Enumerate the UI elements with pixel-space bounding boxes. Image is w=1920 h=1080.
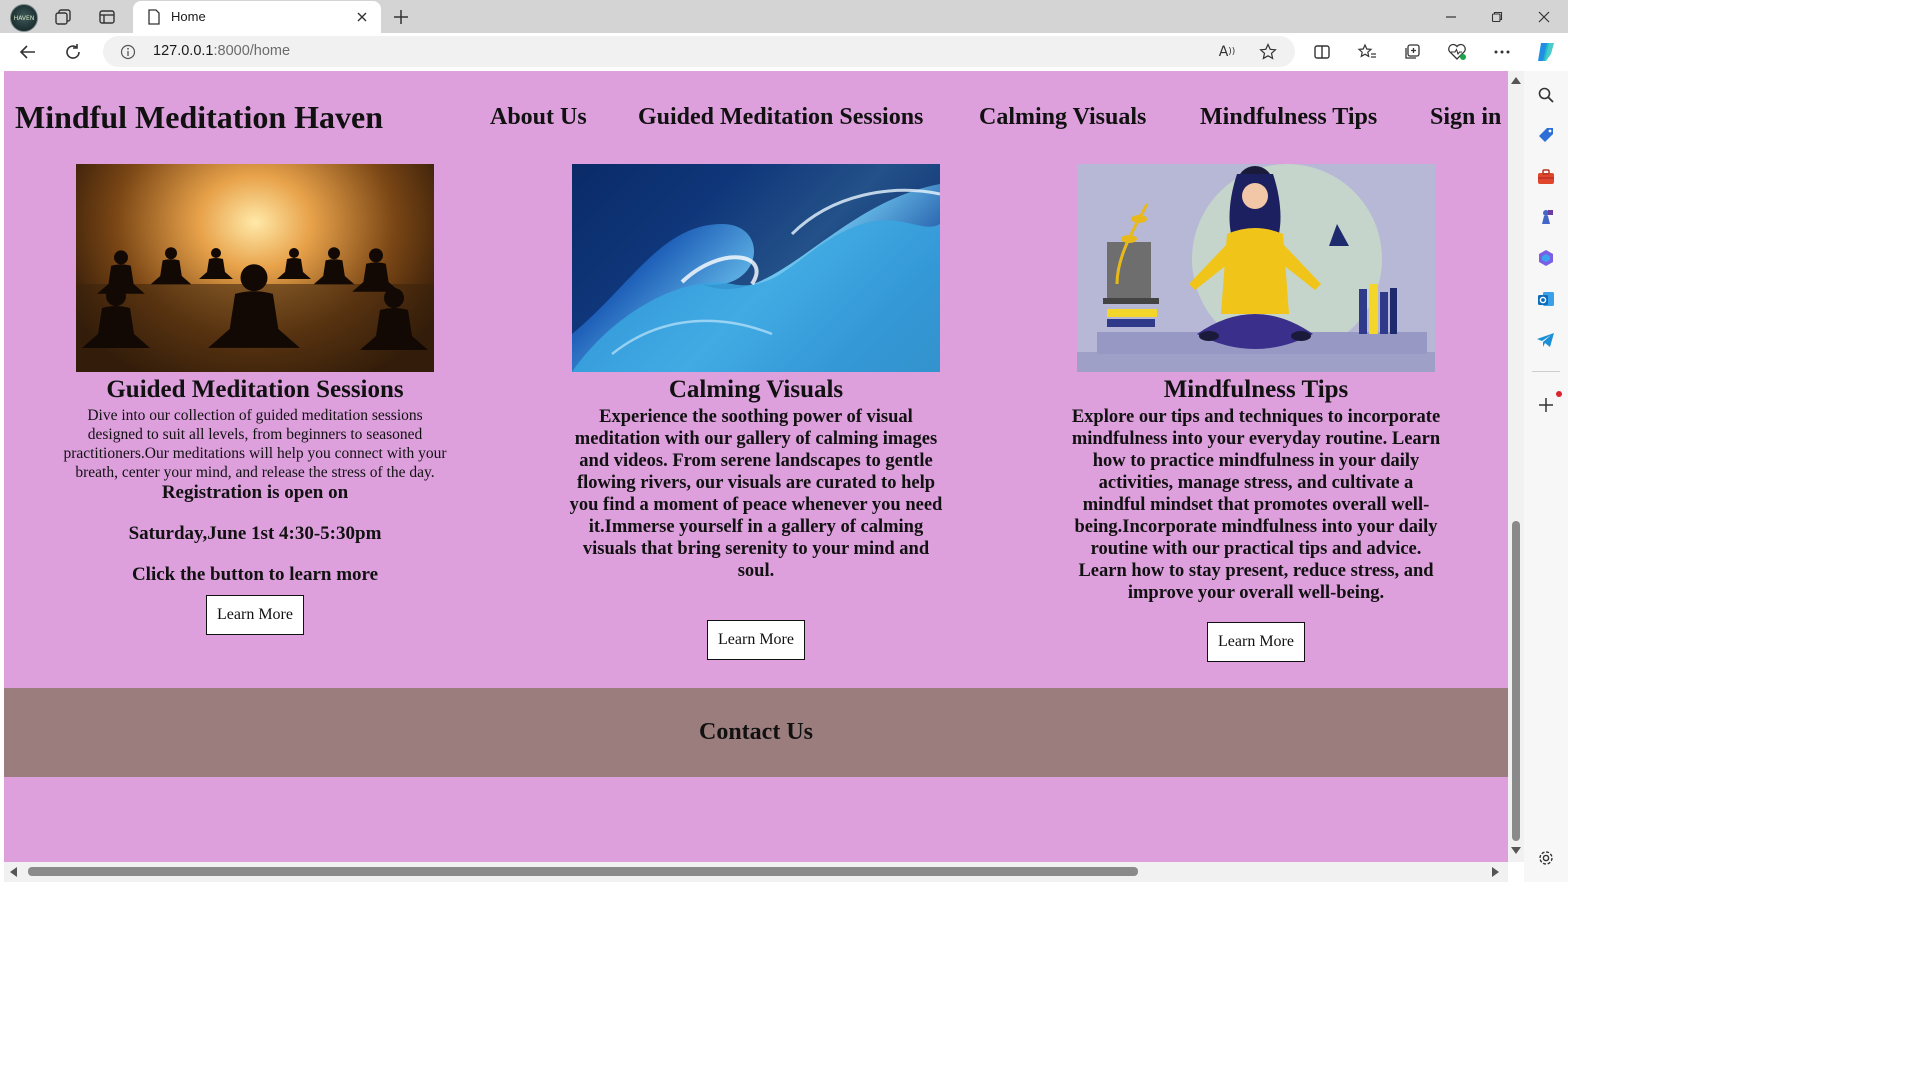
add-icon[interactable] — [1534, 393, 1558, 417]
split-screen-icon[interactable] — [1311, 41, 1333, 63]
card-description: Experience the soothing power of visual … — [569, 407, 943, 581]
more-icon[interactable] — [1491, 41, 1513, 63]
favorites-icon[interactable] — [1356, 41, 1378, 63]
sidebar-divider — [1532, 371, 1560, 372]
nav-calming-visuals[interactable]: Calming Visuals — [979, 104, 1146, 131]
card-mindfulness-tips: Mindfulness Tips Explore our tips and te… — [1056, 164, 1456, 662]
scroll-right-arrow-icon[interactable] — [1492, 867, 1499, 877]
contact-us-heading: Contact Us — [699, 719, 813, 745]
browser-essentials-icon[interactable] — [1446, 41, 1468, 63]
favorite-star-icon[interactable] — [1258, 42, 1278, 62]
site-title: Mindful Meditation Haven — [15, 99, 384, 135]
restore-icon[interactable] — [1486, 6, 1508, 28]
vertical-scrollbar[interactable] — [1508, 71, 1524, 862]
mindfulness-illustration — [1077, 164, 1435, 372]
vertical-scroll-thumb[interactable] — [1512, 521, 1520, 841]
learn-more-button[interactable]: Learn More — [707, 620, 805, 660]
browser-sidebar — [1524, 71, 1568, 882]
notification-dot — [1556, 391, 1562, 397]
page-viewport: Mindful Meditation Haven About Us Guided… — [4, 71, 1508, 862]
footer: Contact Us — [4, 688, 1508, 777]
learn-more-button[interactable]: Learn More — [206, 595, 304, 635]
horizontal-scrollbar[interactable] — [4, 862, 1508, 882]
ocean-wave-image — [572, 164, 940, 372]
browser-tab-bar: HAVEN Home — [0, 0, 1568, 33]
meditation-group-image — [76, 164, 434, 372]
url-text[interactable]: 127.0.0.1:8000/home — [153, 43, 290, 59]
search-icon[interactable] — [1534, 83, 1558, 107]
profile-label: HAVEN — [13, 14, 35, 22]
address-bar[interactable]: 127.0.0.1:8000/home A)) — [103, 36, 1295, 67]
cta-text: Click the button to learn more — [131, 564, 379, 585]
shopping-icon[interactable] — [1534, 123, 1558, 147]
collections-icon[interactable] — [1401, 41, 1423, 63]
settings-icon[interactable] — [1534, 846, 1558, 870]
close-icon[interactable] — [353, 8, 371, 26]
refresh-icon[interactable] — [62, 41, 84, 63]
window-close-icon[interactable] — [1533, 6, 1555, 28]
nav-guided-meditation-sessions[interactable]: Guided Meditation Sessions — [638, 104, 923, 131]
url-host: 127.0.0.1 — [153, 43, 214, 59]
card-description: Explore our tips and techniques to incor… — [1071, 407, 1441, 603]
microsoft-365-icon[interactable] — [1534, 246, 1558, 270]
scroll-up-arrow-icon[interactable] — [1511, 77, 1521, 84]
learn-more-button[interactable]: Learn More — [1207, 622, 1305, 662]
nav-about-us[interactable]: About Us — [490, 104, 587, 131]
page-icon — [145, 8, 163, 26]
profile-avatar[interactable]: HAVEN — [10, 4, 38, 32]
new-tab-icon[interactable] — [390, 6, 412, 28]
telegram-icon[interactable] — [1534, 328, 1558, 352]
registration-text: Registration is open on — [161, 482, 349, 503]
scroll-down-arrow-icon[interactable] — [1511, 847, 1521, 854]
browser-toolbar: 127.0.0.1:8000/home A)) — [0, 33, 1568, 71]
session-date: Saturday,June 1st 4:30-5:30pm — [128, 523, 382, 544]
card-heading: Guided Meditation Sessions — [106, 376, 404, 403]
workspaces-icon[interactable] — [52, 6, 74, 28]
card-description: Dive into our collection of guided medit… — [63, 407, 447, 481]
url-path: :8000/home — [213, 43, 291, 59]
tab-actions-icon[interactable] — [96, 6, 118, 28]
card-heading: Calming Visuals — [668, 376, 844, 403]
tab-title: Home — [171, 9, 206, 24]
card-guided-meditation: Guided Meditation Sessions Dive into our… — [55, 164, 455, 635]
minimize-icon[interactable] — [1440, 6, 1462, 28]
back-icon[interactable] — [17, 41, 39, 63]
card-heading: Mindfulness Tips — [1163, 376, 1349, 403]
outlook-icon[interactable] — [1534, 287, 1558, 311]
scroll-left-arrow-icon[interactable] — [10, 867, 17, 877]
info-icon[interactable] — [119, 43, 137, 61]
tools-icon[interactable] — [1534, 165, 1558, 189]
horizontal-scroll-thumb[interactable] — [28, 867, 1138, 876]
card-calming-visuals: Calming Visuals Experience the soothing … — [556, 164, 956, 660]
tab-home[interactable]: Home — [133, 1, 381, 33]
games-icon[interactable] — [1534, 205, 1558, 229]
nav-mindfulness-tips[interactable]: Mindfulness Tips — [1200, 104, 1377, 131]
read-aloud-icon[interactable]: A)) — [1217, 42, 1237, 62]
copilot-icon[interactable] — [1533, 39, 1559, 65]
nav-sign-in[interactable]: Sign in — [1430, 104, 1501, 131]
